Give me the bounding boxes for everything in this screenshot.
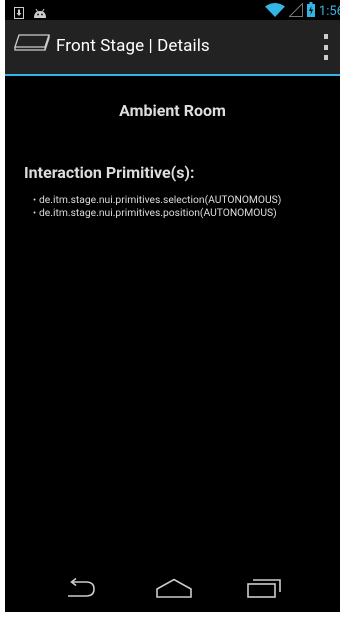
stage-icon[interactable] — [13, 33, 51, 55]
system-icons: 1:56 — [264, 1, 340, 21]
overflow-dot — [324, 44, 328, 50]
status-bar: 1:56 — [5, 0, 340, 20]
primitive-label: de.itm.stage.nui.primitives.position(AUT… — [39, 206, 277, 219]
home-button[interactable] — [139, 568, 209, 612]
recents-button[interactable] — [230, 568, 300, 612]
list-item: • de.itm.stage.nui.primitives.position(AU… — [33, 207, 281, 220]
primitive-label: de.itm.stage.nui.primitives.selection(AU… — [39, 193, 282, 206]
overflow-dot — [324, 34, 328, 39]
device-frame: 1:56 Front Stage | Details — [0, 0, 343, 617]
section-title: Interaction Primitive(s): — [24, 163, 195, 182]
overflow-dot — [324, 55, 328, 60]
screen: 1:56 Front Stage | Details — [5, 0, 340, 612]
back-icon — [64, 577, 98, 602]
primitives-list: • de.itm.stage.nui.primitives.selection(A… — [33, 194, 281, 220]
action-bar: Front Stage | Details — [5, 20, 340, 74]
room-heading: Ambient Room — [119, 101, 226, 120]
wifi-icon — [264, 2, 285, 21]
recents-icon — [247, 578, 283, 602]
details-content: Ambient Room Interaction Primitive(s): •… — [5, 76, 340, 568]
signal-icon — [288, 1, 303, 21]
back-button[interactable] — [46, 568, 116, 612]
home-icon — [155, 578, 193, 602]
battery-icon — [306, 2, 315, 21]
overflow-menu-icon[interactable] — [320, 34, 332, 60]
page-title: Front Stage | Details — [56, 36, 210, 56]
clock: 1:56 — [318, 4, 340, 19]
navigation-bar — [5, 568, 340, 612]
